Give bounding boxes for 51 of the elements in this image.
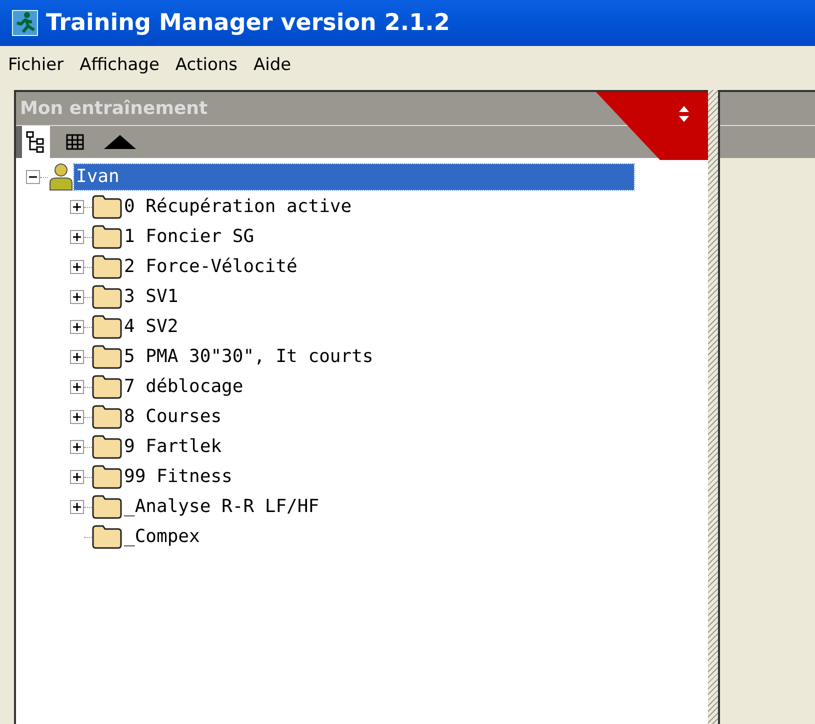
expander-box[interactable]	[70, 290, 84, 304]
toolbar-button[interactable]	[22, 126, 50, 158]
menu-item[interactable]: Affichage	[80, 53, 160, 79]
folder-icon	[92, 405, 122, 429]
folder-icon	[92, 195, 122, 219]
panel-title: Mon entraînement	[20, 97, 208, 121]
triangle-up-icon	[104, 135, 136, 149]
tree-node-label[interactable]: 9 Fartlek	[122, 434, 222, 460]
splitter[interactable]	[708, 90, 720, 724]
tree-view-icon	[26, 131, 46, 153]
tree-node-label[interactable]: 99 Fitness	[122, 464, 232, 490]
expander-box[interactable]	[70, 380, 84, 394]
expander-box[interactable]	[70, 440, 84, 454]
sort-arrows-icon[interactable]	[596, 92, 708, 160]
folder-icon	[92, 465, 122, 489]
tree-node-label[interactable]: 8 Courses	[122, 404, 222, 430]
tree-node-label[interactable]: _Compex	[122, 524, 200, 550]
tree-node-label[interactable]: 4 SV2	[122, 314, 178, 340]
folder-icon	[92, 285, 122, 309]
expander-box[interactable]	[70, 410, 84, 424]
person-icon	[48, 163, 74, 191]
tree-node-label[interactable]: 2 Force-Vélocité	[122, 254, 298, 280]
folder-icon	[92, 255, 122, 279]
folder-icon	[92, 495, 122, 519]
tree-node-label[interactable]: Ivan	[74, 164, 634, 190]
folder-icon	[92, 435, 122, 459]
expander-box[interactable]	[70, 260, 84, 274]
expander-box[interactable]	[26, 170, 40, 184]
folder-icon	[92, 375, 122, 399]
folder-icon	[92, 345, 122, 369]
expander-box[interactable]	[70, 500, 84, 514]
expander-box[interactable]	[70, 200, 84, 214]
runner-icon	[12, 10, 38, 36]
menu-item[interactable]: Aide	[254, 53, 292, 79]
folder-icon	[92, 315, 122, 339]
grid-icon	[66, 134, 84, 150]
expander-box[interactable]	[70, 350, 84, 364]
tree-node-label[interactable]: 7 déblocage	[122, 374, 244, 400]
tree-node-label[interactable]: 0 Récupération active	[122, 194, 352, 220]
menu-item[interactable]: Actions	[175, 53, 238, 79]
expander-box[interactable]	[70, 320, 84, 334]
tree-node-label[interactable]: _Analyse R-R LF/HF	[122, 494, 320, 520]
tree-node-label[interactable]: 1 Foncier SG	[122, 224, 254, 250]
folder-icon	[92, 525, 122, 549]
tree-node-label[interactable]: 5 PMA 30"30", It courts	[122, 344, 374, 370]
expander-box[interactable]	[70, 470, 84, 484]
window-title: Training Manager version 2.1.2	[46, 8, 450, 38]
folder-icon	[92, 225, 122, 249]
expander-box[interactable]	[70, 230, 84, 244]
menu-item[interactable]: Fichier	[8, 53, 64, 79]
tree-node-label[interactable]: 3 SV1	[122, 284, 178, 310]
